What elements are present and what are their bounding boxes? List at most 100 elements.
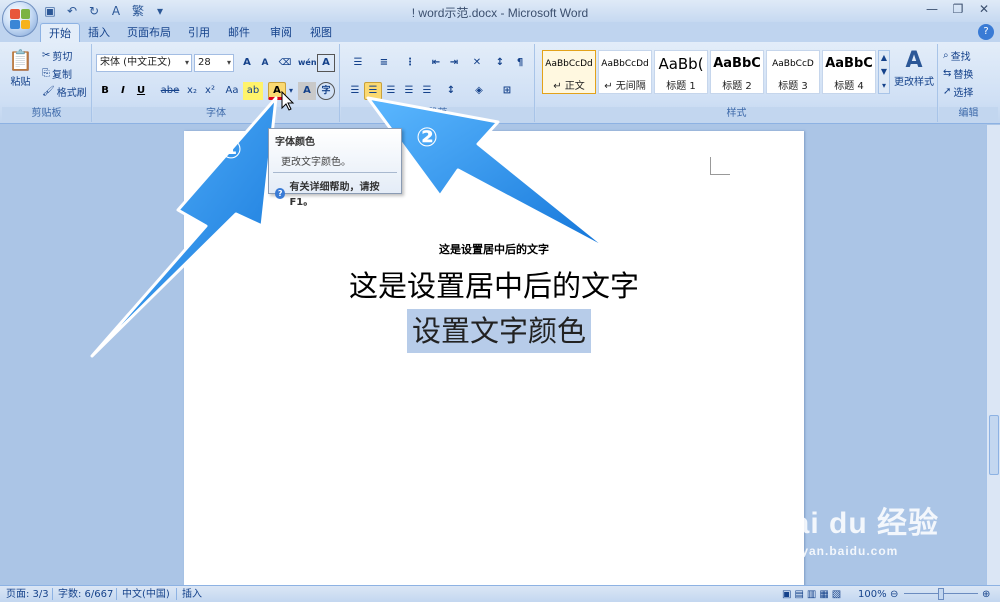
group-editing: ⌕ 查找 ⇆ 替换 ➚ 选择 编辑: [939, 44, 998, 122]
ribbon: 📋 粘贴 ✂ 剪切 ⎘ 复制 🖌 格式刷 剪贴板 宋体 (中文正文) ▾ 28 ▾ A A…: [0, 42, 1000, 124]
tab-references[interactable]: 引用: [184, 23, 214, 42]
character-border-button[interactable]: A: [317, 54, 335, 72]
vertical-scrollbar[interactable]: [986, 125, 1000, 585]
clear-format-icon[interactable]: ⌫: [276, 54, 294, 72]
strikethrough-button[interactable]: abe: [159, 82, 181, 100]
style-heading-1[interactable]: AaBb( 标题 1: [654, 50, 708, 94]
enclose-characters-button[interactable]: 字: [317, 82, 335, 100]
group-label-clipboard: 剪贴板: [2, 107, 91, 121]
watermark-brand: Bai du 经验: [770, 507, 940, 540]
tab-view[interactable]: 视图: [306, 23, 336, 42]
minimize-icon[interactable]: —: [920, 0, 944, 18]
doc-line-large[interactable]: 这是设置居中后的文字: [184, 263, 804, 305]
baidu-watermark: Bai du 经验 jingyan.baidu.com: [770, 498, 939, 558]
select-icon: ➚: [943, 86, 952, 97]
help-icon[interactable]: ?: [978, 24, 994, 40]
replace-button[interactable]: ⇆ 替换: [943, 66, 973, 81]
group-label-editing: 编辑: [939, 107, 998, 121]
superscript-button[interactable]: x²: [201, 82, 219, 100]
office-button[interactable]: [2, 1, 38, 37]
paste-button[interactable]: 📋 粘贴: [8, 48, 33, 88]
help-icon: ?: [275, 187, 286, 199]
font-color-dropdown-icon[interactable]: ▾: [286, 82, 296, 100]
subscript-button[interactable]: x₂: [183, 82, 201, 100]
tooltip-title: 字体颜色: [275, 137, 315, 148]
style-no-spacing[interactable]: AaBbCcDd ↵ 无间隔: [598, 50, 652, 94]
asian-layout-icon[interactable]: ✕: [465, 54, 489, 72]
chevron-down-icon: ▾: [226, 58, 231, 67]
watermark-url: jingyan.baidu.com: [776, 544, 899, 558]
doc-selected-text[interactable]: 设置文字颜色: [407, 309, 591, 353]
font-color-button[interactable]: A: [268, 82, 286, 100]
brush-icon: 🖌: [42, 86, 55, 97]
replace-icon: ⇆: [943, 68, 952, 79]
status-language[interactable]: 中文(中国): [122, 588, 170, 601]
multilevel-list-icon[interactable]: ⋮: [398, 54, 422, 72]
paste-icon: 📋: [8, 48, 33, 72]
zoom-level[interactable]: 100%: [858, 588, 887, 601]
tab-insert[interactable]: 插入: [84, 23, 114, 42]
zoom-out-icon[interactable]: ⊖: [890, 588, 898, 601]
chevron-down-icon: ▾: [184, 58, 189, 67]
find-button[interactable]: ⌕ 查找: [943, 48, 971, 63]
status-page[interactable]: 页面: 3/3: [6, 588, 49, 601]
format-painter-button[interactable]: 🖌 格式刷: [42, 84, 87, 99]
line-spacing-icon[interactable]: ↕: [439, 82, 463, 100]
change-case-button[interactable]: Aa: [221, 82, 243, 100]
ribbon-tabs: 开始 插入 页面布局 引用 邮件 审阅 视图 ?: [0, 22, 1000, 42]
status-insert-mode[interactable]: 插入: [182, 588, 202, 601]
highlight-button[interactable]: ab: [243, 82, 263, 100]
zoom-slider-thumb[interactable]: [938, 588, 944, 600]
scrollbar-thumb[interactable]: [989, 415, 999, 475]
sort-icon[interactable]: ↕: [491, 54, 509, 72]
copy-button[interactable]: ⎘ 复制: [42, 66, 72, 81]
status-words[interactable]: 字数: 6/667: [58, 588, 113, 601]
tab-page-layout[interactable]: 页面布局: [124, 23, 174, 42]
show-marks-icon[interactable]: ¶: [511, 54, 529, 72]
character-shading-button[interactable]: A: [298, 82, 316, 100]
align-left-icon[interactable]: ☰: [346, 82, 364, 100]
shading-icon[interactable]: ◈: [467, 82, 491, 100]
style-heading-4[interactable]: AaBbC 标题 4: [822, 50, 876, 94]
doc-line-small[interactable]: 这是设置居中后的文字: [184, 241, 804, 257]
close-icon[interactable]: ✕: [972, 0, 996, 18]
zoom-in-icon[interactable]: ⊕: [982, 588, 990, 601]
style-heading-3[interactable]: AaBbCcD 标题 3: [766, 50, 820, 94]
justify-icon[interactable]: ☰: [400, 82, 418, 100]
select-button[interactable]: ➚ 选择: [943, 84, 973, 99]
tooltip-description: 更改文字颜色。: [281, 157, 351, 168]
font-size-combo[interactable]: 28 ▾: [194, 54, 234, 72]
style-normal[interactable]: AaBbCcDd ↵ 正文: [542, 50, 596, 94]
align-center-icon[interactable]: ☰: [364, 82, 382, 100]
bold-button[interactable]: B: [96, 82, 114, 100]
window-controls: — ❐ ✕: [920, 0, 996, 18]
italic-button[interactable]: I: [114, 82, 132, 100]
increase-indent-icon[interactable]: ⇥: [445, 54, 463, 72]
group-label-paragraph: 段落: [341, 107, 534, 121]
phonetic-guide-button[interactable]: wén: [297, 54, 317, 72]
tab-home[interactable]: 开始: [40, 23, 80, 42]
bullets-icon[interactable]: ☰: [346, 54, 370, 72]
grow-font-button[interactable]: A: [238, 54, 256, 72]
group-clipboard: 📋 粘贴 ✂ 剪切 ⎘ 复制 🖌 格式刷 剪贴板: [2, 44, 92, 122]
restore-icon[interactable]: ❐: [946, 0, 970, 18]
styles-scroll[interactable]: ▲ ▼ ▾: [878, 50, 890, 94]
align-right-icon[interactable]: ☰: [382, 82, 400, 100]
numbering-icon[interactable]: ≡: [372, 54, 396, 72]
copy-icon: ⎘: [42, 68, 50, 79]
decrease-indent-icon[interactable]: ⇤: [427, 54, 445, 72]
distributed-icon[interactable]: ☰: [418, 82, 436, 100]
change-styles-icon: A: [905, 48, 923, 73]
shrink-font-button[interactable]: A: [256, 54, 274, 72]
tab-mailings[interactable]: 邮件: [224, 23, 254, 42]
tab-review[interactable]: 审阅: [266, 23, 296, 42]
change-styles-button[interactable]: A 更改样式: [894, 48, 934, 88]
group-label-font: 字体: [93, 107, 339, 121]
cut-button[interactable]: ✂ 剪切: [42, 48, 72, 63]
view-buttons[interactable]: ▣▤▥▦▧: [782, 588, 844, 601]
office-logo-icon: [10, 9, 30, 29]
borders-icon[interactable]: ⊞: [495, 82, 519, 100]
style-heading-2[interactable]: AaBbC 标题 2: [710, 50, 764, 94]
font-name-combo[interactable]: 宋体 (中文正文) ▾: [96, 54, 192, 72]
underline-button[interactable]: U: [132, 82, 150, 100]
